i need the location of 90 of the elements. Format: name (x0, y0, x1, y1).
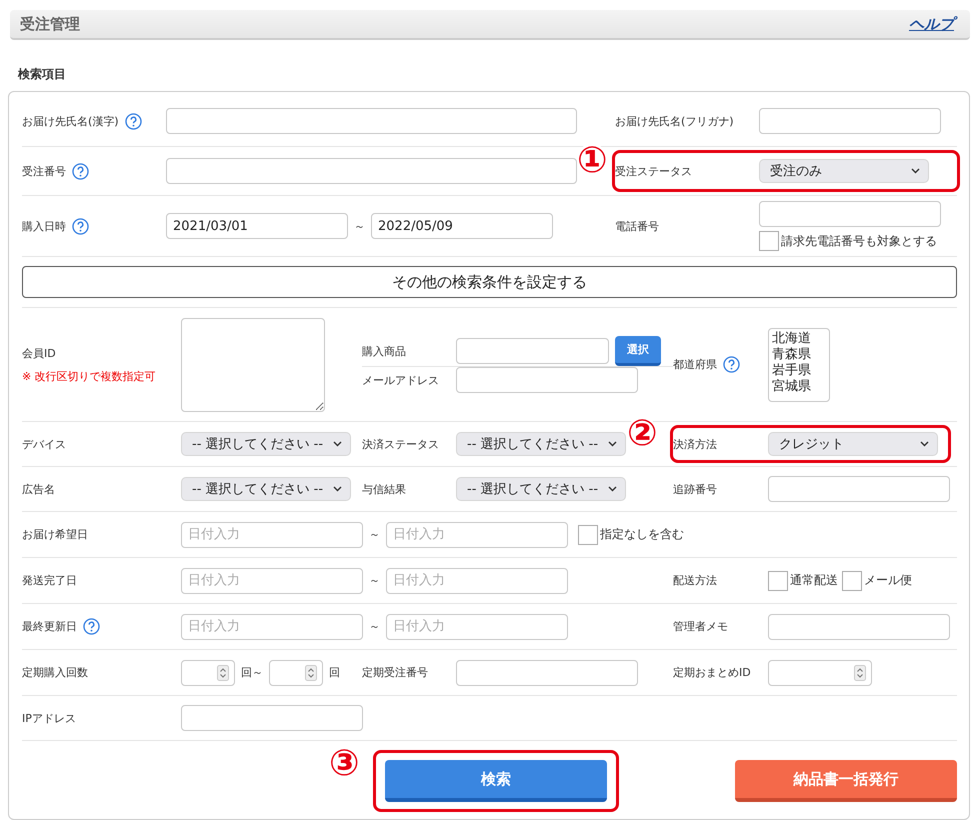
dropdown[interactable]: -- 選択してください -- (456, 432, 626, 456)
date-field[interactable]: 2022/05/09 (371, 213, 553, 239)
chevron-icon (333, 486, 342, 492)
unit-label: 回 (329, 665, 340, 680)
search-button[interactable]: 検索 (385, 760, 607, 802)
checkbox[interactable] (842, 570, 862, 590)
spinner-icon[interactable] (217, 664, 229, 680)
field-label: お届け先氏名(フリガナ) (615, 114, 734, 128)
more-conditions-button[interactable]: その他の検索条件を設定する (22, 266, 957, 298)
list-option[interactable]: 宮城県 (772, 378, 826, 394)
select-button[interactable]: 選択 (615, 336, 661, 366)
page-title: 受注管理 (20, 14, 80, 34)
text-field[interactable] (181, 705, 363, 731)
text-field[interactable] (759, 108, 941, 134)
list-option[interactable]: 青森県 (772, 346, 826, 362)
field-label: 広告名 (22, 482, 55, 496)
chevron-icon (333, 441, 342, 447)
list-option[interactable]: 岩手県 (772, 362, 826, 378)
chevron-icon (608, 486, 617, 492)
number-field[interactable] (768, 660, 872, 686)
field-label: 受注ステータス (615, 164, 692, 178)
field-label: デバイス (22, 436, 66, 452)
text-field[interactable] (456, 660, 638, 686)
field-label: お届け希望日 (22, 527, 88, 542)
field-label: 購入商品 (362, 344, 406, 358)
field-label: 決済方法 (673, 436, 717, 452)
help-icon[interactable] (72, 218, 89, 234)
text-field[interactable] (768, 476, 950, 502)
field-label: 定期おまとめID (673, 665, 751, 680)
checkbox-label: 請求先電話番号も対象とする (781, 232, 937, 250)
field-label: 配送方法 (673, 573, 717, 588)
field-label: 最終更新日 (22, 619, 77, 634)
field-label: 会員ID (22, 346, 57, 360)
text-field[interactable] (768, 614, 950, 640)
dropdown[interactable]: -- 選択してください -- (456, 477, 626, 501)
help-icon[interactable] (124, 112, 142, 130)
field-label: メールアドレス (362, 372, 439, 388)
chevron-icon (920, 441, 929, 447)
field-label: IPアドレス (22, 710, 76, 726)
date-field[interactable]: 日付入力 (386, 614, 568, 640)
dropdown[interactable]: -- 選択してください -- (181, 477, 351, 501)
text-field[interactable] (166, 108, 577, 134)
chevron-icon (911, 168, 920, 174)
text-field[interactable] (456, 367, 638, 393)
help-icon[interactable] (72, 162, 89, 180)
text-field[interactable] (759, 201, 941, 227)
date-field[interactable]: 日付入力 (181, 614, 363, 640)
spinner-icon[interactable] (854, 664, 866, 680)
field-label: お届け先氏名(漢字) (22, 114, 119, 128)
checkbox-label: 通常配送 (790, 572, 838, 589)
field-label: 発送完了日 (22, 573, 77, 588)
dropdown[interactable]: 受注のみ (759, 159, 929, 183)
prefecture-listbox[interactable]: 北海道 青森県 岩手県 宮城県 (768, 328, 830, 402)
field-label: 管理者メモ (673, 619, 728, 634)
dropdown[interactable]: -- 選択してください -- (181, 432, 351, 456)
range-separator: ～ (369, 527, 380, 542)
date-field[interactable]: 日付入力 (181, 568, 363, 594)
field-label: 都道府県 (673, 357, 717, 372)
checkbox[interactable] (578, 524, 598, 544)
field-label: 定期購入回数 (22, 665, 88, 680)
field-label: 電話番号 (615, 218, 659, 234)
spinner-icon[interactable] (305, 664, 317, 680)
date-field[interactable]: 日付入力 (386, 522, 568, 548)
chevron-icon (608, 441, 617, 447)
field-label: 購入日時 (22, 218, 66, 234)
date-field[interactable]: 2021/03/01 (166, 213, 348, 239)
date-field[interactable]: 日付入力 (181, 522, 363, 548)
field-label: 追跡番号 (673, 482, 717, 496)
text-field[interactable] (456, 338, 609, 364)
field-label: 与信結果 (362, 482, 406, 496)
help-icon[interactable] (723, 356, 740, 373)
field-label: 定期受注番号 (362, 665, 428, 680)
checkbox-label: メール便 (864, 572, 912, 589)
checkbox[interactable] (768, 570, 788, 590)
range-separator: ～ (354, 218, 365, 234)
text-field[interactable] (166, 158, 577, 184)
list-option[interactable]: 北海道 (772, 330, 826, 346)
checkbox[interactable] (759, 231, 779, 251)
dropdown[interactable]: クレジット (768, 432, 938, 456)
hint-note: ※ 改行区切りで複数指定可 (22, 368, 157, 384)
range-separator: ～ (369, 573, 380, 588)
section-title: 検索項目 (18, 66, 67, 83)
field-label: 決済ステータス (362, 436, 439, 452)
date-field[interactable]: 日付入力 (386, 568, 568, 594)
range-separator: ～ (369, 619, 380, 634)
help-icon[interactable] (83, 618, 100, 635)
field-label: 受注番号 (22, 164, 66, 178)
unit-label: 回～ (241, 665, 263, 680)
checkbox-label: 指定なしを含む (600, 526, 684, 543)
member-id-textarea[interactable] (181, 318, 325, 412)
